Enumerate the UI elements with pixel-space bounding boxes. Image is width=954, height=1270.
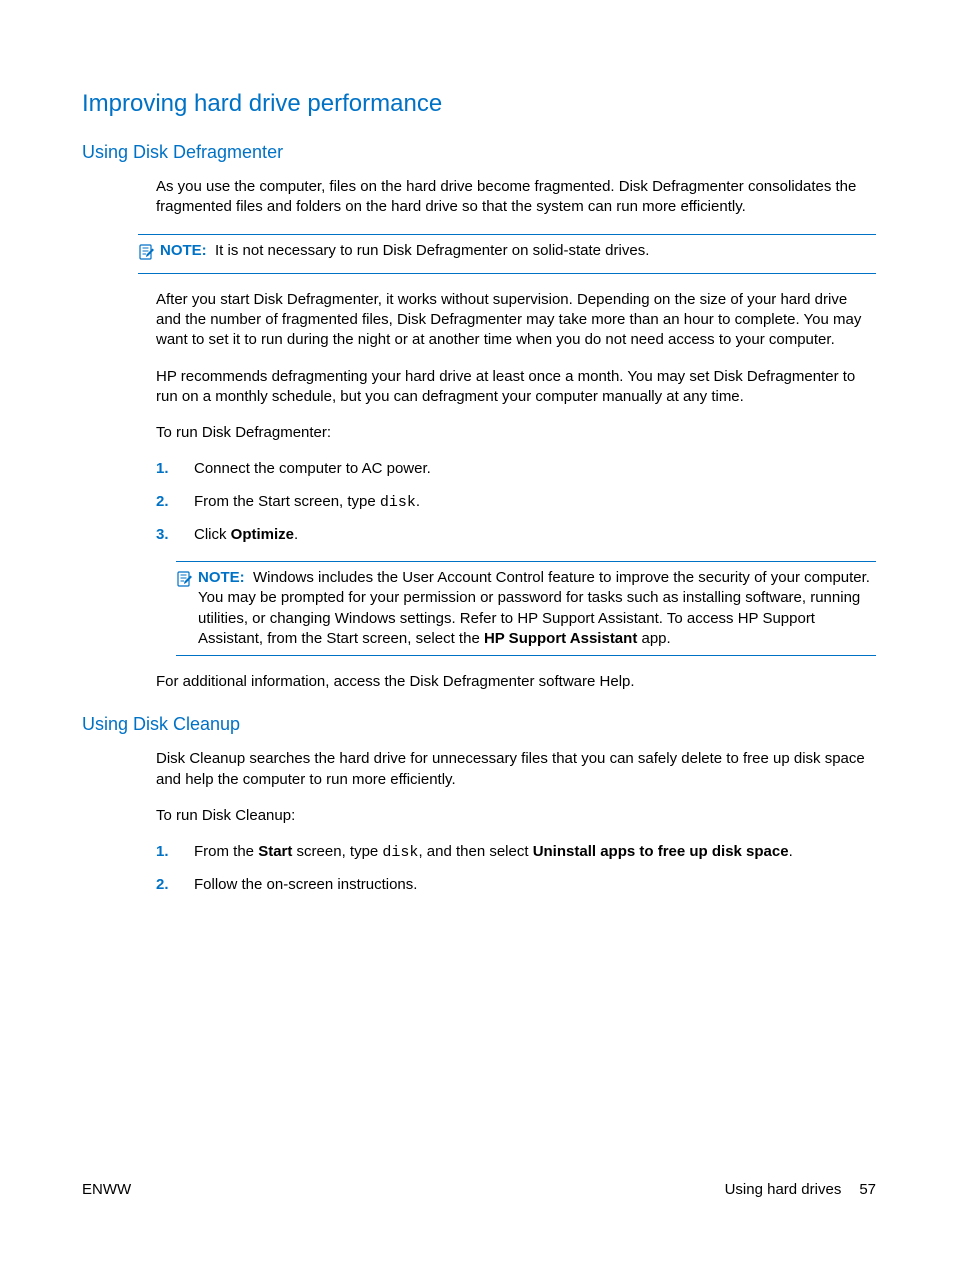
note-text: It is not necessary to run Disk Defragme… xyxy=(215,242,649,259)
page-footer: ENWW Using hard drives 57 xyxy=(82,1181,876,1198)
document-page: Improving hard drive performance Using D… xyxy=(0,0,954,896)
note-box: NOTE: Windows includes the User Account … xyxy=(176,561,876,656)
ordered-steps: Connect the computer to AC power. From t… xyxy=(156,459,876,545)
section-body-defragmenter-cont: After you start Disk Defragmenter, it wo… xyxy=(156,290,876,545)
step-text: From the xyxy=(194,843,258,860)
step-text: . xyxy=(416,493,420,510)
code-text: disk xyxy=(382,844,418,861)
step-text: . xyxy=(789,843,793,860)
footer-page-number: 57 xyxy=(859,1181,876,1198)
step-item: From the Start screen, type disk. xyxy=(194,492,876,513)
step-text: screen, type xyxy=(292,843,382,860)
step-text: Click xyxy=(194,526,231,543)
note-label: NOTE: xyxy=(198,569,245,586)
footer-section-label: Using hard drives xyxy=(725,1181,842,1198)
step-text: , and then select xyxy=(418,843,532,860)
paragraph: To run Disk Cleanup: xyxy=(156,806,876,826)
paragraph: For additional information, access the D… xyxy=(156,672,876,692)
ordered-steps: From the Start screen, type disk, and th… xyxy=(156,842,876,896)
note-icon xyxy=(176,570,194,594)
note-text: app. xyxy=(637,630,670,647)
footer-left: ENWW xyxy=(82,1181,131,1198)
code-text: disk xyxy=(380,494,416,511)
section-body-cleanup: Disk Cleanup searches the hard drive for… xyxy=(156,749,876,895)
footer-right: Using hard drives 57 xyxy=(725,1181,876,1198)
bold-text: Optimize xyxy=(231,526,294,543)
paragraph: After you start Disk Defragmenter, it wo… xyxy=(156,290,876,351)
bold-text: Start xyxy=(258,843,292,860)
step-item: Click Optimize. xyxy=(194,525,876,545)
paragraph: To run Disk Defragmenter: xyxy=(156,423,876,443)
page-title: Improving hard drive performance xyxy=(82,90,876,118)
section-heading-cleanup: Using Disk Cleanup xyxy=(82,714,876,735)
section-body-defragmenter: As you use the computer, files on the ha… xyxy=(156,177,876,218)
paragraph: HP recommends defragmenting your hard dr… xyxy=(156,367,876,408)
paragraph: Disk Cleanup searches the hard drive for… xyxy=(156,749,876,790)
step-item: Connect the computer to AC power. xyxy=(194,459,876,479)
bold-text: Uninstall apps to free up disk space xyxy=(533,843,789,860)
paragraph: As you use the computer, files on the ha… xyxy=(156,177,876,218)
bold-text: HP Support Assistant xyxy=(484,630,637,647)
step-text: From the Start screen, type xyxy=(194,493,380,510)
section-heading-defragmenter: Using Disk Defragmenter xyxy=(82,142,876,163)
note-content: NOTE: It is not necessary to run Disk De… xyxy=(160,241,876,261)
step-text: . xyxy=(294,526,298,543)
note-content: NOTE: Windows includes the User Account … xyxy=(198,568,876,649)
step-item: From the Start screen, type disk, and th… xyxy=(194,842,876,863)
step-item: Follow the on-screen instructions. xyxy=(194,875,876,895)
note-icon xyxy=(138,243,156,267)
section-body-defragmenter-end: For additional information, access the D… xyxy=(156,672,876,692)
note-label: NOTE: xyxy=(160,242,207,259)
note-box: NOTE: It is not necessary to run Disk De… xyxy=(138,234,876,274)
